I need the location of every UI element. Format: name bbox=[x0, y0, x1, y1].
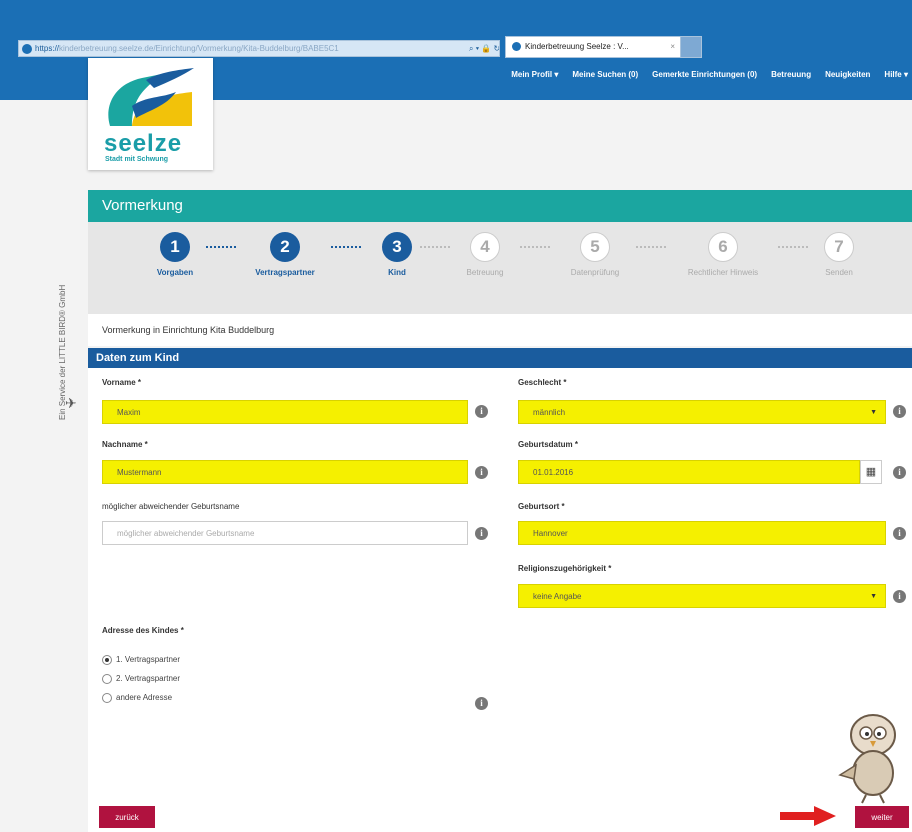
address-bar-icons[interactable]: ⌕ ▾ 🔒 ↻ bbox=[469, 41, 499, 56]
step-number: 6 bbox=[708, 232, 738, 262]
step-label: Vertragspartner bbox=[255, 268, 315, 277]
radio-button[interactable] bbox=[102, 693, 112, 703]
step-number: 2 bbox=[270, 232, 300, 262]
step-label: Vorgaben bbox=[156, 268, 194, 277]
step-number: 5 bbox=[580, 232, 610, 262]
adresse-info-icon[interactable]: i bbox=[475, 697, 488, 710]
chevron-down-icon: ▼ bbox=[870, 593, 877, 600]
tab-site-icon bbox=[512, 42, 521, 52]
step-connector bbox=[636, 246, 666, 248]
geschlecht-info-icon[interactable]: i bbox=[893, 405, 906, 418]
step-4: 4 Betreuung bbox=[430, 232, 540, 277]
geschlecht-label: Geschlecht * bbox=[518, 378, 567, 387]
main-nav: Mein Profil ▾ Meine Suchen (0) Gemerkte … bbox=[511, 70, 912, 86]
step-label: Senden bbox=[825, 268, 853, 277]
geburtsdatum-info-icon[interactable]: i bbox=[893, 466, 906, 479]
religion-value: keine Angabe bbox=[533, 592, 582, 601]
progress-stepper: 1 Vorgaben 2 Vertragspartner 3 Kind 4 Betreu… bbox=[88, 222, 912, 314]
geschlecht-select[interactable]: männlich ▼ bbox=[518, 400, 886, 424]
address-host: kinderbetreuung.seelze.de bbox=[59, 44, 154, 53]
adresse-option-label: 2. Vertragspartner bbox=[116, 674, 181, 684]
religion-info-icon[interactable]: i bbox=[893, 590, 906, 603]
step-number: 4 bbox=[470, 232, 500, 262]
seelze-logo[interactable]: seelze Stadt mit Schwung bbox=[88, 58, 213, 170]
step-label: Rechtlicher Hinweis bbox=[687, 268, 759, 277]
geburtsort-input[interactable]: Hannover bbox=[518, 521, 886, 545]
radio-button[interactable] bbox=[102, 655, 112, 665]
nav-item-betreuung[interactable]: Betreuung bbox=[771, 70, 811, 86]
logo-tagline: Stadt mit Schwung bbox=[105, 156, 168, 163]
site-icon bbox=[22, 43, 32, 54]
adresse-option-label: 1. Vertragspartner bbox=[116, 655, 181, 665]
step-number: 7 bbox=[824, 232, 854, 262]
step-6: 6 Rechtlicher Hinweis bbox=[668, 232, 778, 277]
nachname-label: Nachname * bbox=[102, 440, 148, 449]
bird-mascot-icon bbox=[838, 714, 896, 804]
geburtsort-info-icon[interactable]: i bbox=[893, 527, 906, 540]
facility-info: Vormerkung in Einrichtung Kita Buddelbur… bbox=[88, 314, 912, 346]
geburtsdatum-label: Geburtsdatum * bbox=[518, 440, 579, 449]
logo-emblem bbox=[108, 68, 194, 126]
step-7: 7 Senden bbox=[784, 232, 894, 277]
vorname-label: Vorname * bbox=[102, 378, 141, 387]
geburtsname-info-icon[interactable]: i bbox=[475, 527, 488, 540]
adresse-option-2[interactable]: 2. Vertragspartner bbox=[102, 674, 180, 684]
nav-item-suchen[interactable]: Meine Suchen (0) bbox=[572, 70, 638, 86]
vorname-info-icon[interactable]: i bbox=[475, 405, 488, 418]
new-tab-button[interactable] bbox=[680, 36, 702, 58]
address-prefix: https:// bbox=[35, 44, 60, 53]
step-number: 3 bbox=[382, 232, 412, 262]
nav-item-neuigkeiten[interactable]: Neuigkeiten bbox=[825, 70, 870, 86]
step-5: 5 Datenprüfung bbox=[540, 232, 650, 277]
browser-tab[interactable]: Kinderbetreuung Seelze : V... × bbox=[505, 36, 682, 58]
adresse-option-label: andere Adresse bbox=[116, 693, 173, 703]
radio-button[interactable] bbox=[102, 674, 112, 684]
geburtsname-input[interactable]: möglicher abweichender Geburtsname bbox=[102, 521, 468, 545]
adresse-label: Adresse des Kindes * bbox=[102, 626, 184, 635]
nachname-info-icon[interactable]: i bbox=[475, 466, 488, 479]
step-label: Datenprüfung bbox=[570, 268, 620, 277]
tab-close-icon[interactable]: × bbox=[670, 37, 675, 57]
back-button[interactable]: zurück bbox=[99, 806, 155, 828]
nachname-input[interactable]: Mustermann bbox=[102, 460, 468, 484]
step-1[interactable]: 1 Vorgaben bbox=[120, 232, 230, 277]
page-title: Vormerkung bbox=[88, 190, 912, 222]
religion-select[interactable]: keine Angabe ▼ bbox=[518, 584, 886, 608]
address-path: /Einrichtung/Vormerkung/Kita-Buddelburg/… bbox=[153, 44, 339, 53]
adresse-option-1[interactable]: 1. Vertragspartner bbox=[102, 655, 180, 665]
nav-item-hilfe[interactable]: Hilfe ▾ bbox=[884, 70, 908, 86]
religion-label: Religionszugehörigkeit * bbox=[518, 564, 612, 573]
nav-item-profil[interactable]: Mein Profil ▾ bbox=[511, 70, 558, 86]
geburtsdatum-input[interactable]: 01.01.2016 bbox=[518, 460, 860, 484]
nav-item-gemerkte[interactable]: Gemerkte Einrichtungen (0) bbox=[652, 70, 757, 86]
little-bird-icon: ✈ bbox=[65, 395, 77, 411]
step-2[interactable]: 2 Vertragspartner bbox=[230, 232, 340, 277]
arrow-right-icon bbox=[780, 806, 836, 826]
step-number: 1 bbox=[160, 232, 190, 262]
adresse-option-3[interactable]: andere Adresse bbox=[102, 693, 172, 703]
calendar-icon[interactable]: ▦ bbox=[860, 460, 882, 484]
chevron-down-icon: ▼ bbox=[870, 409, 877, 416]
logo-wordmark: seelze bbox=[104, 130, 183, 157]
geburtsort-label: Geburtsort * bbox=[518, 502, 565, 511]
geschlecht-value: männlich bbox=[533, 408, 566, 417]
vorname-input[interactable]: Maxim bbox=[102, 400, 468, 424]
geburtsname-label: möglicher abweichender Geburtsname bbox=[102, 502, 240, 511]
address-bar[interactable]: https://kinderbetreuung.seelze.de/Einric… bbox=[18, 40, 500, 57]
tab-title: Kinderbetreuung Seelze : V... bbox=[525, 42, 629, 51]
next-button[interactable]: weiter bbox=[855, 806, 909, 828]
service-credit[interactable]: Ein Service der LITTLE BIRD® GmbH bbox=[58, 180, 67, 420]
step-label: Betreuung bbox=[466, 268, 504, 277]
section-title: Daten zum Kind bbox=[88, 348, 912, 368]
